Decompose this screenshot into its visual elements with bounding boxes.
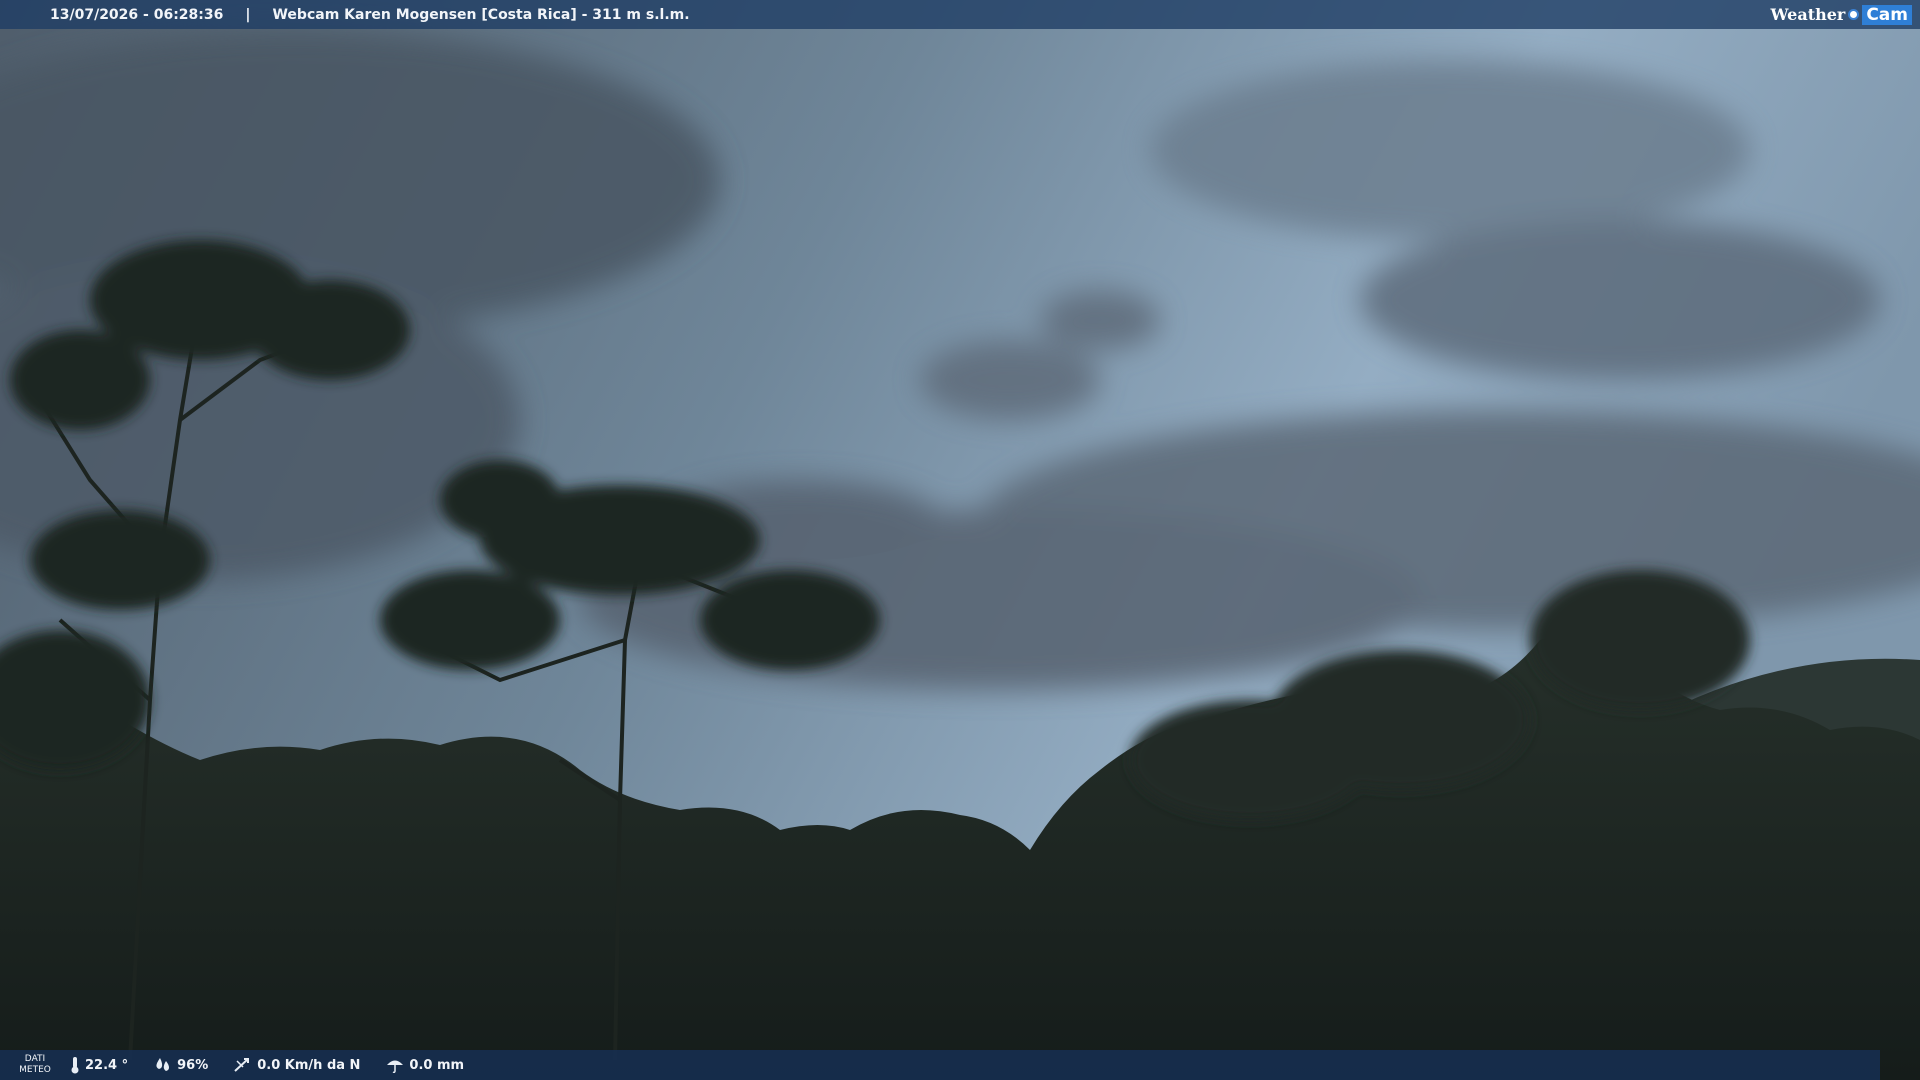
humidity-readout: 96% [154, 1057, 208, 1073]
dati-meteo-label: DATI METEO [19, 1054, 51, 1075]
humidity-value: 96% [177, 1057, 209, 1073]
webcam-title: Webcam Karen Mogensen [Costa Rica] - 311… [272, 6, 690, 23]
logo-weather-text: Weather [1770, 5, 1846, 24]
logo-dot-icon [1848, 9, 1860, 20]
thermometer-icon [71, 1057, 79, 1074]
wind-icon [234, 1058, 250, 1072]
wind-readout: 0.0 Km/h da N [234, 1057, 360, 1073]
rain-value: 0.0 mm [409, 1057, 465, 1073]
humidity-drops-icon [156, 1058, 170, 1071]
wind-value: 0.0 Km/h da N [257, 1057, 361, 1073]
header-separator: | [245, 6, 251, 23]
weather-data-bar: DATI METEO 22.4 ° 96% 0.0 Km/h da N 0.0 … [0, 1050, 1880, 1080]
logo-cam-text: Cam [1862, 4, 1912, 25]
header-bar: 13/07/2026 - 06:28:36 | Webcam Karen Mog… [0, 0, 1920, 29]
weathercam-logo[interactable]: Weather Cam [1770, 2, 1912, 27]
timestamp: 13/07/2026 - 06:28:36 [50, 6, 224, 23]
temperature-value: 22.4 ° [85, 1057, 129, 1073]
rain-umbrella-icon [387, 1060, 404, 1073]
temperature-readout: 22.4 ° [70, 1056, 128, 1074]
rain-readout: 0.0 mm [386, 1057, 464, 1073]
webcam-scene [0, 0, 1920, 1080]
